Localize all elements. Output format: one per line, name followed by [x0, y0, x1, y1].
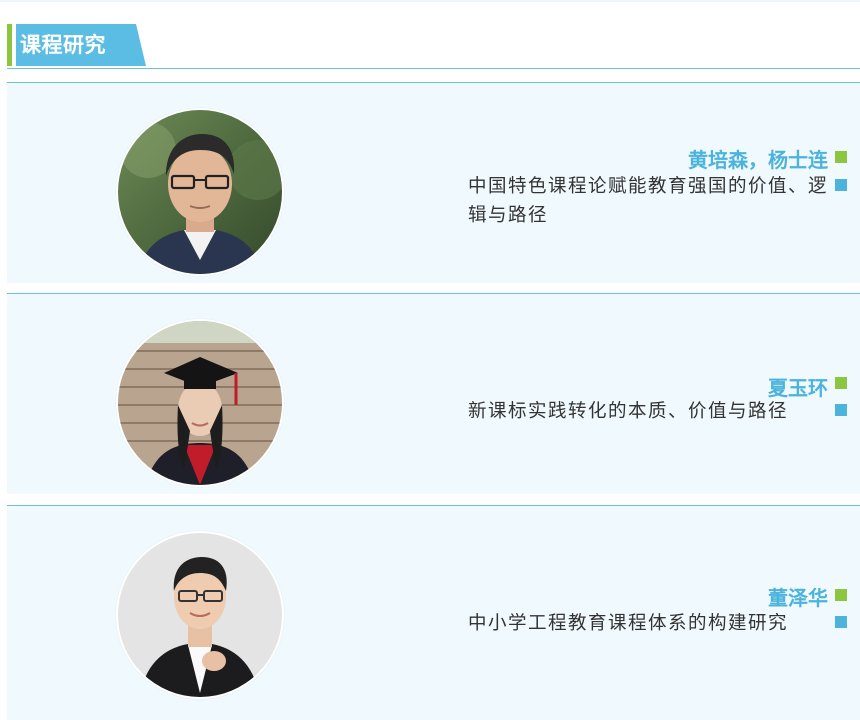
section-title: 课程研究 [20, 33, 106, 57]
author-name: 黄培森，杨士连 [688, 148, 828, 172]
article-card[interactable]: 黄培森，杨士连 中国特色课程论赋能教育强国的价值、逻辑与路径 [7, 82, 860, 283]
portrait-man-suit-image [118, 533, 282, 697]
blue-square-marker [835, 616, 847, 628]
green-square-marker [835, 151, 847, 163]
blue-square-marker [835, 179, 847, 191]
portrait-man-glasses-image [118, 110, 282, 274]
section-divider [7, 68, 860, 69]
author-photo [116, 319, 284, 487]
author-name: 董泽华 [768, 586, 828, 610]
green-square-marker [835, 377, 847, 389]
article-card[interactable]: 董泽华 中小学工程教育课程体系的构建研究 [7, 505, 860, 720]
blue-square-marker [835, 404, 847, 416]
article-card[interactable]: 夏玉环 新课标实践转化的本质、价值与路径 [7, 293, 860, 494]
article-title[interactable]: 新课标实践转化的本质、价值与路径 [468, 397, 828, 426]
author-photo [116, 108, 284, 276]
article-title[interactable]: 中小学工程教育课程体系的构建研究 [468, 609, 828, 638]
top-edge [0, 0, 860, 2]
author-photo [116, 531, 284, 699]
section-accent-bar [7, 24, 12, 66]
article-title[interactable]: 中国特色课程论赋能教育强国的价值、逻辑与路径 [468, 172, 828, 230]
green-square-marker [835, 589, 847, 601]
section-header: 课程研究 [7, 21, 860, 71]
portrait-woman-graduation-cap-image [118, 321, 282, 485]
